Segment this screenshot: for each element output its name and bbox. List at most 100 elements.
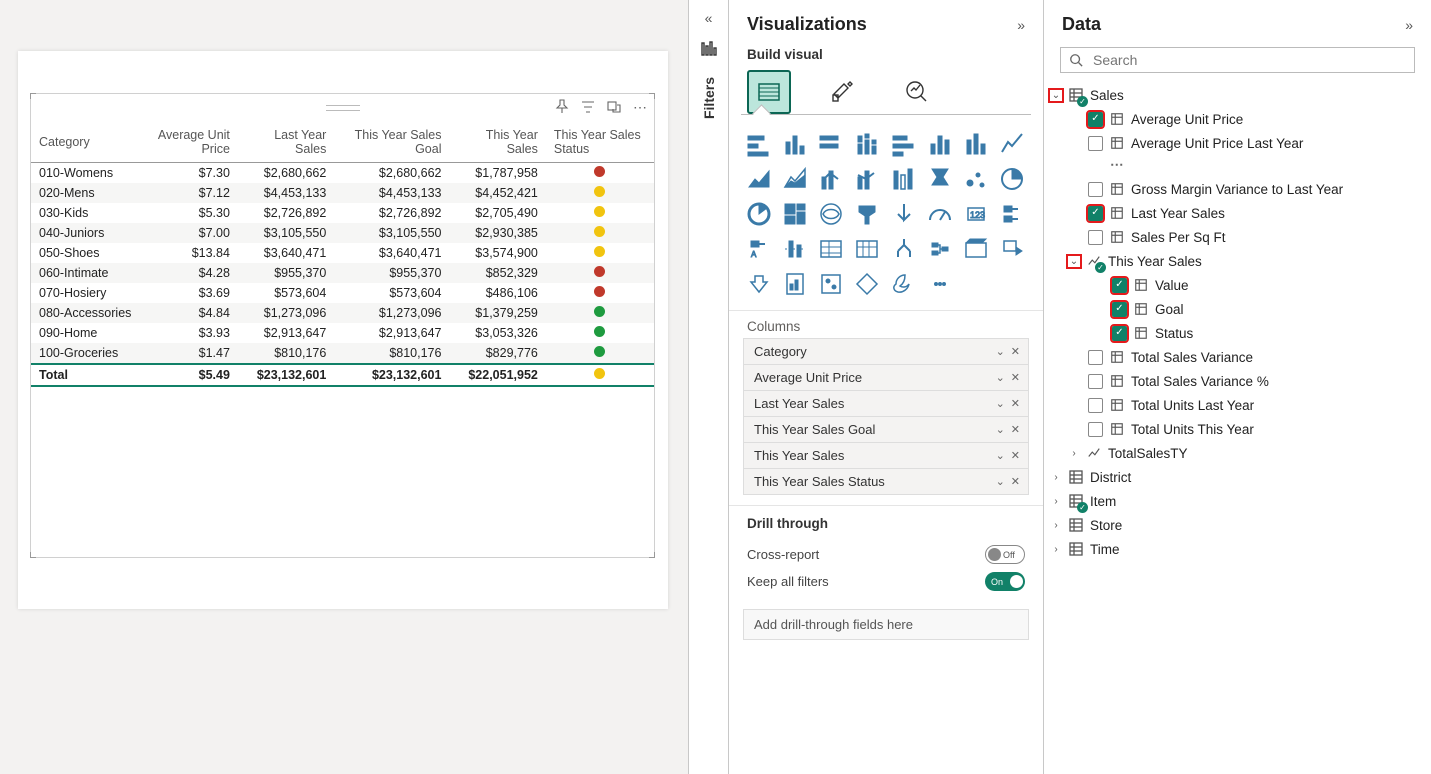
viz-type-26[interactable] <box>815 233 847 265</box>
viz-type-34[interactable] <box>815 268 847 300</box>
column-field[interactable]: This Year Sales Goal⌄✕ <box>744 417 1028 443</box>
viz-type-7[interactable] <box>996 128 1028 160</box>
table-row[interactable]: 020-Mens$7.12$4,453,133$4,453,133$4,452,… <box>31 183 654 203</box>
viz-type-31[interactable] <box>996 233 1028 265</box>
field-sales-per-sqft[interactable]: Sales Per Sq Ft <box>1050 225 1425 249</box>
table-row[interactable]: 090-Home$3.93$2,913,647$2,913,647$3,053,… <box>31 323 654 343</box>
chevron-right-icon[interactable]: › <box>1050 520 1062 531</box>
cross-report-toggle[interactable]: Off <box>985 545 1025 564</box>
viz-type-19[interactable] <box>851 198 883 230</box>
viz-type-10[interactable] <box>815 163 847 195</box>
viz-type-11[interactable] <box>851 163 883 195</box>
viz-type-36[interactable] <box>888 268 920 300</box>
table-district[interactable]: › District <box>1050 465 1425 489</box>
viz-type-29[interactable] <box>924 233 956 265</box>
field-goal[interactable]: Goal <box>1050 297 1425 321</box>
expand-this-year-icon[interactable]: ⌄ <box>1068 256 1080 267</box>
resize-handle-br[interactable] <box>649 552 655 558</box>
viz-type-4[interactable] <box>888 128 920 160</box>
more-options-icon[interactable]: ⋯ <box>630 97 650 117</box>
chevron-down-icon[interactable]: ⌄ <box>996 475 1005 488</box>
col-avg[interactable]: Average Unit Price <box>139 122 238 163</box>
checkbox[interactable] <box>1088 182 1103 197</box>
checkbox[interactable] <box>1088 422 1103 437</box>
remove-field-icon[interactable]: ✕ <box>1011 475 1020 488</box>
table-row[interactable]: 100-Groceries$1.47$810,176$810,176$829,7… <box>31 343 654 364</box>
table-row[interactable]: 030-Kids$5.30$2,726,892$2,726,892$2,705,… <box>31 203 654 223</box>
checkbox[interactable] <box>1088 112 1103 127</box>
table-row[interactable]: 060-Intimate$4.28$955,370$955,370$852,32… <box>31 263 654 283</box>
viz-type-25[interactable] <box>779 233 811 265</box>
field-last-year-sales[interactable]: Last Year Sales <box>1050 201 1425 225</box>
chevron-right-icon[interactable]: › <box>1050 496 1062 507</box>
filter-icon[interactable] <box>578 97 598 117</box>
checkbox[interactable] <box>1112 326 1127 341</box>
build-visual-tab[interactable] <box>747 70 791 114</box>
resize-handle-bl[interactable] <box>30 552 36 558</box>
table-store[interactable]: › Store <box>1050 513 1425 537</box>
table-item[interactable]: › Item <box>1050 489 1425 513</box>
focus-mode-icon[interactable] <box>604 97 624 117</box>
chevron-right-icon[interactable]: › <box>1068 448 1080 459</box>
viz-type-12[interactable] <box>888 163 920 195</box>
column-field[interactable]: Category⌄✕ <box>744 339 1028 365</box>
chevron-down-icon[interactable]: ⌄ <box>996 397 1005 410</box>
viz-type-1[interactable] <box>779 128 811 160</box>
field-avg-unit-price[interactable]: Average Unit Price <box>1050 107 1425 131</box>
checkbox[interactable] <box>1112 278 1127 293</box>
field-gross-margin-var[interactable]: Gross Margin Variance to Last Year <box>1050 177 1425 201</box>
format-visual-tab[interactable] <box>821 70 865 114</box>
table-row[interactable]: 050-Shoes$13.84$3,640,471$3,640,471$3,57… <box>31 243 654 263</box>
checkbox[interactable] <box>1088 398 1103 413</box>
col-status[interactable]: This Year Sales Status <box>546 122 654 163</box>
chevron-down-icon[interactable]: ⌄ <box>996 423 1005 436</box>
field-avg-unit-price-ly[interactable]: Average Unit Price Last Year <box>1050 131 1425 155</box>
field-total-sales-var-pct[interactable]: Total Sales Variance % <box>1050 369 1425 393</box>
field-value[interactable]: Value <box>1050 273 1425 297</box>
drill-through-drop-zone[interactable]: Add drill-through fields here <box>743 609 1029 640</box>
viz-type-13[interactable] <box>924 163 956 195</box>
table-sales[interactable]: ⌄ Sales <box>1050 83 1425 107</box>
viz-type-6[interactable] <box>960 128 992 160</box>
viz-type-17[interactable] <box>779 198 811 230</box>
remove-field-icon[interactable]: ✕ <box>1011 345 1020 358</box>
remove-field-icon[interactable]: ✕ <box>1011 397 1020 410</box>
more-fields-icon[interactable]: ⋯ <box>1050 155 1425 177</box>
viz-type-30[interactable] <box>960 233 992 265</box>
viz-type-27[interactable] <box>851 233 883 265</box>
viz-type-32[interactable] <box>743 268 775 300</box>
col-goal[interactable]: This Year Sales Goal <box>334 122 449 163</box>
filters-pane-collapsed[interactable]: « Filters <box>688 0 728 774</box>
viz-type-2[interactable] <box>815 128 847 160</box>
viz-type-35[interactable] <box>851 268 883 300</box>
field-total-units-ty[interactable]: Total Units This Year <box>1050 417 1425 441</box>
viz-type-18[interactable] <box>815 198 847 230</box>
column-field[interactable]: Last Year Sales⌄✕ <box>744 391 1028 417</box>
viz-type-9[interactable] <box>779 163 811 195</box>
table-visual[interactable]: ⋯ Category Average Unit Price Last Year … <box>30 93 655 558</box>
table-row[interactable]: 010-Womens$7.30$2,680,662$2,680,662$1,78… <box>31 163 654 184</box>
keep-filters-toggle[interactable]: On <box>985 572 1025 591</box>
chevron-right-icon[interactable]: › <box>1050 544 1062 555</box>
field-total-sales-var[interactable]: Total Sales Variance <box>1050 345 1425 369</box>
column-field[interactable]: This Year Sales⌄✕ <box>744 443 1028 469</box>
visual-header[interactable]: ⋯ <box>31 94 654 122</box>
field-status[interactable]: Status <box>1050 321 1425 345</box>
chevron-right-icon[interactable]: › <box>1050 472 1062 483</box>
viz-type-20[interactable] <box>888 198 920 230</box>
column-field[interactable]: This Year Sales Status⌄✕ <box>744 469 1028 495</box>
expand-sales-icon[interactable]: ⌄ <box>1050 90 1062 101</box>
checkbox[interactable] <box>1088 136 1103 151</box>
checkbox[interactable] <box>1088 206 1103 221</box>
columns-field-well[interactable]: Category⌄✕Average Unit Price⌄✕Last Year … <box>743 338 1029 495</box>
remove-field-icon[interactable]: ✕ <box>1011 371 1020 384</box>
table-row[interactable]: 070-Hosiery$3.69$573,604$573,604$486,106 <box>31 283 654 303</box>
viz-type-16[interactable] <box>743 198 775 230</box>
viz-type-28[interactable] <box>888 233 920 265</box>
column-field[interactable]: Average Unit Price⌄✕ <box>744 365 1028 391</box>
table-row[interactable]: 080-Accessories$4.84$1,273,096$1,273,096… <box>31 303 654 323</box>
viz-type-5[interactable] <box>924 128 956 160</box>
search-box[interactable] <box>1060 47 1415 73</box>
report-page[interactable]: ⋯ Category Average Unit Price Last Year … <box>18 51 668 609</box>
expand-filters-icon[interactable]: « <box>705 10 713 26</box>
